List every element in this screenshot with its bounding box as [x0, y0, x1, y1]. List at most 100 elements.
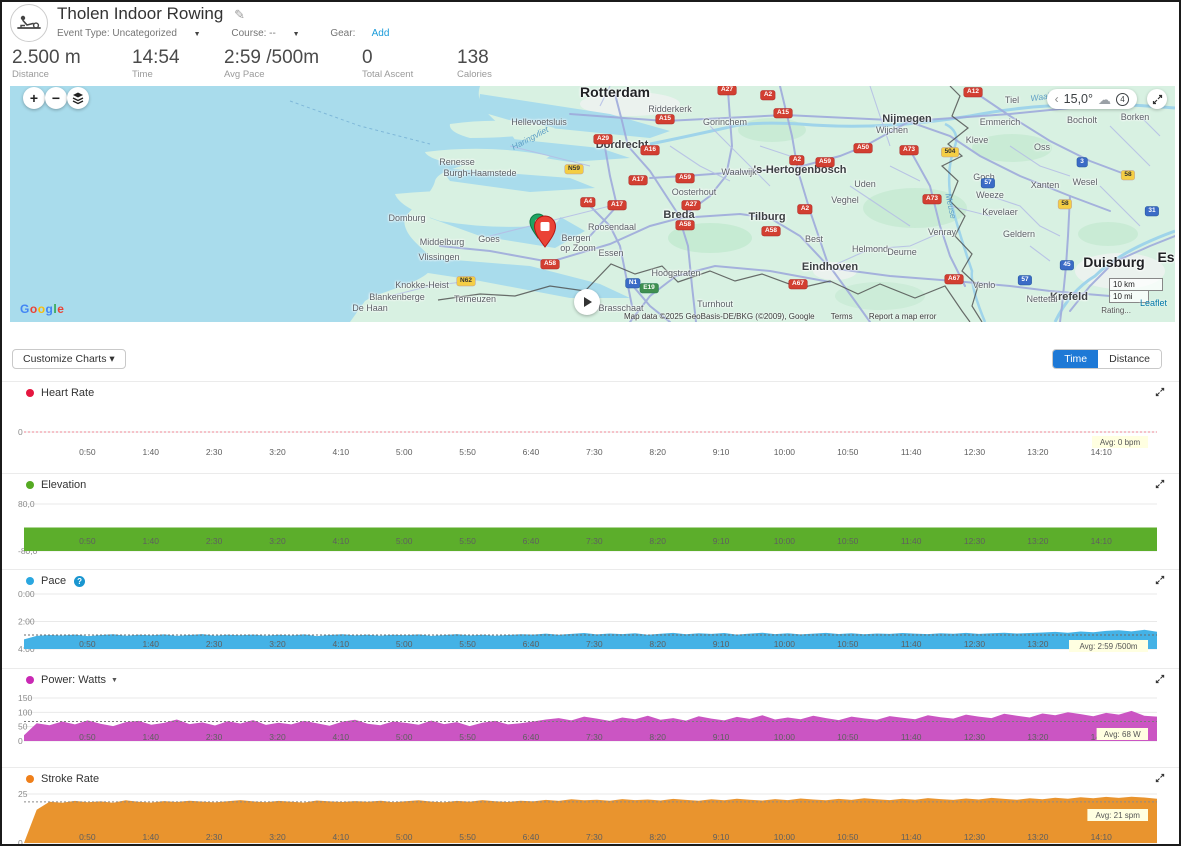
stat-total-ascent: 0Total Ascent — [362, 48, 457, 86]
map-road-badge: A15 — [656, 115, 674, 124]
map-fullscreen-button[interactable] — [1147, 89, 1167, 109]
svg-text:5:00: 5:00 — [396, 447, 413, 457]
chart-title: Heart Rate — [41, 387, 94, 399]
chart-section-stroke: Stroke Rate2500:501:402:303:204:105:005:… — [2, 767, 1179, 846]
activity-map[interactable]: RotterdamDuisburgEsNijmegenDordrechtBred… — [10, 86, 1175, 322]
svg-text:1:40: 1:40 — [142, 447, 159, 457]
chart-plot-hr[interactable]: 00:501:402:303:204:105:005:506:407:308:2… — [10, 400, 1175, 468]
playback-button[interactable] — [574, 289, 600, 315]
svg-text:5:50: 5:50 — [459, 832, 476, 842]
map-road-badge: N1 — [626, 279, 640, 288]
svg-text:0:50: 0:50 — [79, 536, 96, 546]
svg-text:80,0: 80,0 — [18, 499, 35, 509]
course-dropdown[interactable]: Course: -- ▼ — [231, 28, 313, 39]
map-road-badge: A50 — [854, 144, 872, 153]
svg-text:2:00: 2:00 — [18, 617, 35, 627]
leaflet-attribution[interactable]: Leaflet — [1140, 298, 1167, 308]
svg-text:12:30: 12:30 — [964, 639, 986, 649]
svg-text:10:00: 10:00 — [774, 639, 796, 649]
map-zoom-in-button[interactable]: + — [23, 87, 45, 109]
map-road-badge: A67 — [945, 275, 963, 284]
svg-text:6:40: 6:40 — [523, 447, 540, 457]
svg-text:4:10: 4:10 — [333, 732, 350, 742]
svg-text:2:30: 2:30 — [206, 732, 223, 742]
map-road-badge: E19 — [640, 284, 658, 293]
svg-text:4:10: 4:10 — [333, 536, 350, 546]
svg-text:7:30: 7:30 — [586, 536, 603, 546]
map-road-badge: A16 — [641, 146, 659, 155]
event-type-dropdown[interactable]: Event Type: Uncategorized ▼ — [57, 28, 215, 39]
info-icon[interactable]: ? — [74, 576, 85, 587]
chart-header-hr: Heart Rate — [10, 382, 1171, 400]
chart-plot-stroke[interactable]: 2500:501:402:303:204:105:005:506:407:308… — [10, 786, 1175, 846]
svg-text:12:30: 12:30 — [964, 447, 986, 457]
svg-text:3:20: 3:20 — [269, 447, 286, 457]
map-road-badge: A2 — [790, 156, 804, 165]
svg-text:0:00: 0:00 — [18, 589, 35, 599]
stat-distance: 2.500 mDistance — [12, 48, 132, 86]
map-road-badge: 504 — [942, 148, 959, 157]
svg-text:10:50: 10:50 — [837, 732, 859, 742]
indoor-rowing-icon — [16, 14, 42, 32]
chart-plot-power[interactable]: 1501005000:501:402:303:204:105:005:506:4… — [10, 687, 1175, 762]
series-dot-icon — [26, 676, 34, 684]
svg-text:150: 150 — [18, 693, 32, 703]
svg-text:7:30: 7:30 — [586, 832, 603, 842]
chart-plot-elev[interactable]: 80,0-80,00:501:402:303:204:105:005:506:4… — [10, 492, 1175, 564]
series-dot-icon — [26, 389, 34, 397]
map-road-badge: 45 — [1060, 261, 1073, 270]
svg-text:1:40: 1:40 — [142, 732, 159, 742]
map-road-badge: A27 — [718, 86, 736, 94]
svg-text:13:20: 13:20 — [1027, 447, 1049, 457]
svg-text:9:10: 9:10 — [713, 732, 730, 742]
weather-prev-icon[interactable]: ‹ — [1055, 92, 1059, 106]
map-layers-button[interactable] — [67, 87, 89, 109]
svg-text:0: 0 — [18, 736, 23, 746]
svg-text:10:50: 10:50 — [837, 447, 859, 457]
svg-text:11:40: 11:40 — [901, 536, 922, 546]
svg-text:9:10: 9:10 — [713, 832, 730, 842]
chevron-down-icon[interactable]: ▼ — [111, 677, 118, 684]
svg-text:12:30: 12:30 — [964, 832, 986, 842]
customize-charts-button[interactable]: Customize Charts ▾ — [12, 349, 126, 369]
report-map-error-link[interactable]: Report a map error — [869, 312, 937, 321]
svg-text:13:20: 13:20 — [1027, 832, 1049, 842]
map-road-badge: A15 — [774, 109, 792, 118]
map-road-badge: A2 — [798, 205, 812, 214]
chart-section-hr: Heart Rate00:501:402:303:204:105:005:506… — [2, 381, 1179, 473]
map-road-badge: A58 — [762, 227, 780, 236]
chart-plot-pace[interactable]: 0:002:004:000:501:402:303:204:105:005:50… — [10, 588, 1175, 663]
svg-text:8:20: 8:20 — [649, 639, 666, 649]
svg-text:5:00: 5:00 — [396, 536, 413, 546]
weather-widget[interactable]: ‹ 15,0° ☁ 4 — [1047, 89, 1137, 109]
svg-text:6:40: 6:40 — [523, 639, 540, 649]
svg-text:10:00: 10:00 — [774, 447, 796, 457]
map-road-badge: A27 — [682, 201, 700, 210]
page-header: Tholen Indoor Rowing ✎ Event Type: Uncat… — [2, 2, 1179, 48]
svg-text:12:30: 12:30 — [964, 732, 986, 742]
svg-text:25: 25 — [18, 789, 28, 799]
toggle-time-button[interactable]: Time — [1053, 350, 1098, 368]
edit-title-icon[interactable]: ✎ — [234, 7, 245, 22]
activity-type-avatar — [10, 4, 48, 42]
svg-text:12:30: 12:30 — [964, 536, 986, 546]
map-road-badge: 58 — [1121, 171, 1134, 180]
stat-time: 14:54Time — [132, 48, 224, 86]
toggle-distance-button[interactable]: Distance — [1098, 350, 1161, 368]
map-zoom-out-button[interactable]: − — [45, 87, 67, 109]
map-road-badge: A73 — [923, 195, 941, 204]
svg-text:1:40: 1:40 — [142, 536, 159, 546]
charts-container: Heart Rate00:501:402:303:204:105:005:506… — [2, 381, 1179, 846]
terms-link[interactable]: Terms — [831, 312, 853, 321]
activity-page: Tholen Indoor Rowing ✎ Event Type: Uncat… — [0, 0, 1181, 846]
map-road-badge: A12 — [964, 88, 982, 97]
svg-text:10:00: 10:00 — [774, 536, 796, 546]
svg-text:5:00: 5:00 — [396, 639, 413, 649]
svg-text:5:50: 5:50 — [459, 732, 476, 742]
gear-add-link[interactable]: Add — [372, 28, 390, 39]
svg-text:13:20: 13:20 — [1027, 639, 1049, 649]
svg-text:Avg: 68 W: Avg: 68 W — [1104, 730, 1141, 739]
map-ratings-text: Rating... — [1101, 306, 1131, 315]
svg-text:5:50: 5:50 — [459, 536, 476, 546]
svg-text:0: 0 — [18, 838, 23, 846]
